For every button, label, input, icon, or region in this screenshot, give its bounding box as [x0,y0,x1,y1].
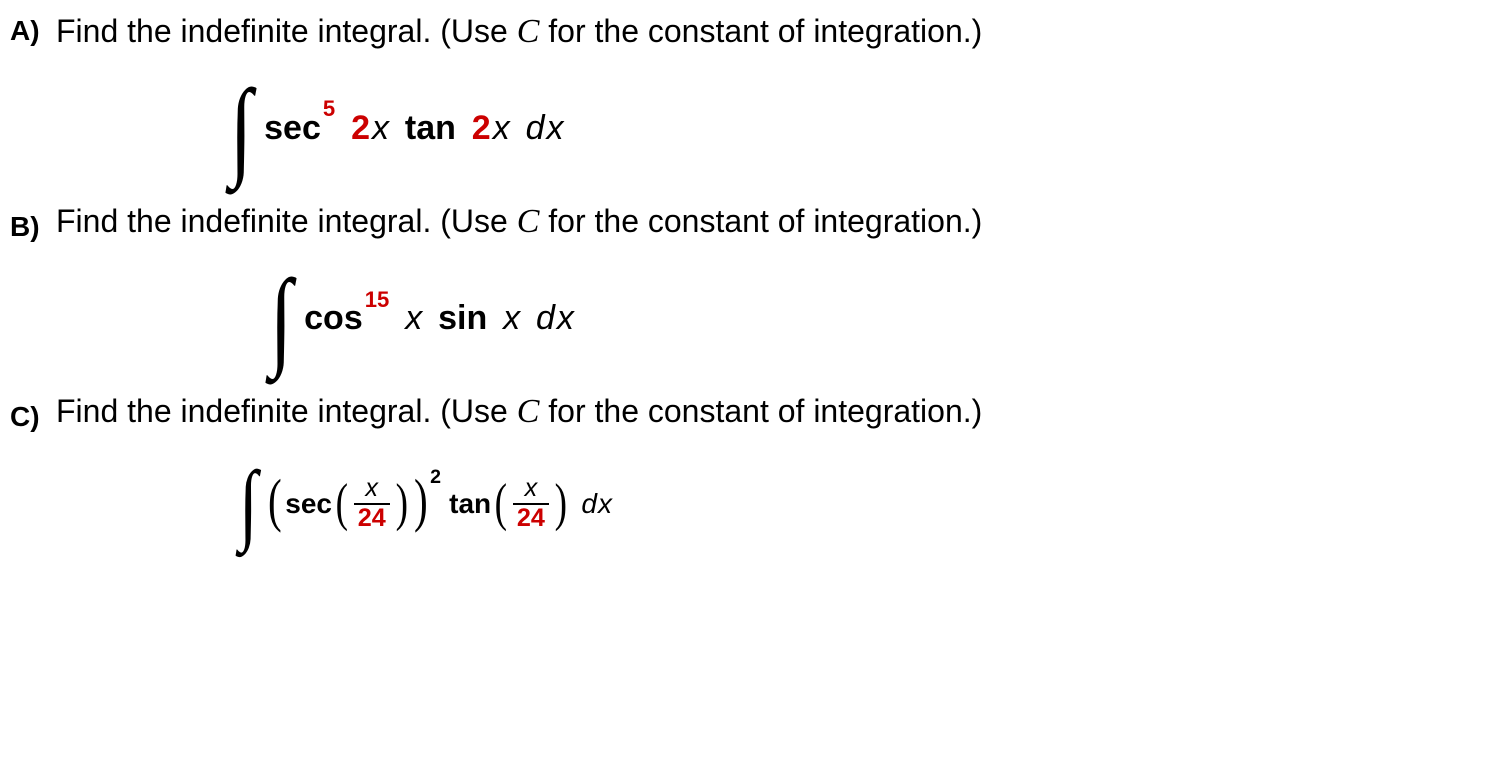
prompt-c-var: C [517,393,540,430]
integral-sign-icon: ∫ [239,468,257,540]
prompt-c-pre: Find the indefinite integral. (Use [56,393,517,429]
prompt-b: Find the indefinite integral. (Use C for… [56,200,1484,244]
prompt-a: Find the indefinite integral. (Use C for… [56,10,1484,54]
dx-x: x [598,488,612,520]
problem-content-c: Find the indefinite integral. (Use C for… [56,390,1484,548]
integral-c: ∫ ( sec ( x 24 ) )2 tan ( x [236,459,1484,549]
exponent-5: 5 [323,96,335,122]
dx-x: x [547,109,564,148]
frac2-den: 24 [513,506,549,531]
frac1-num: x [361,476,382,501]
problem-content-a: Find the indefinite integral. (Use C for… [56,10,1484,178]
integrand-c: ( sec ( x 24 ) )2 tan ( x [265,476,612,530]
prompt-a-var: C [517,13,540,50]
sec-fn: sec [264,109,321,148]
integrand-a: sec5 2x tan 2x dx [264,109,563,148]
dx-d: d [536,299,555,338]
frac1-den: 24 [354,506,390,531]
tan-fn: tan [449,488,491,520]
exponent-15: 15 [365,287,390,313]
var-x-first: x [372,109,389,148]
tan-fn: tan [405,109,456,148]
dx-d: d [581,488,597,520]
prompt-b-post: for the constant of integration.) [539,203,982,239]
prompt-a-pre: Find the indefinite integral. (Use [56,13,517,49]
problem-label-b: B) [10,200,56,244]
problem-content-b: Find the indefinite integral. (Use C for… [56,200,1484,368]
sin-fn: sin [438,299,487,338]
integral-sign-icon: ∫ [230,84,253,172]
problem-b: B) Find the indefinite integral. (Use C … [10,200,1484,368]
problem-a: A) Find the indefinite integral. (Use C … [10,10,1484,178]
integral-b: ∫ cos15 x sin x dx [266,268,1484,368]
problem-label-a: A) [10,10,56,48]
fraction-2: x 24 [513,476,549,530]
sec-fn: sec [285,488,332,520]
frac2-num: x [521,476,542,501]
var-x-first: x [405,299,422,338]
outer-exponent-2: 2 [430,466,441,489]
prompt-b-var: C [517,203,540,240]
var-x-second: x [493,109,510,148]
integral-sign-icon: ∫ [270,274,293,362]
coef-2-second: 2 [472,109,491,148]
var-x-second: x [503,299,520,338]
integral-a: ∫ sec5 2x tan 2x dx [226,78,1484,178]
prompt-b-pre: Find the indefinite integral. (Use [56,203,517,239]
dx-d: d [526,109,545,148]
coef-2-first: 2 [351,109,370,148]
prompt-c: Find the indefinite integral. (Use C for… [56,390,1484,434]
fraction-1: x 24 [354,476,390,530]
problem-c: C) Find the indefinite integral. (Use C … [10,390,1484,548]
page: A) Find the indefinite integral. (Use C … [0,0,1504,577]
problem-label-c: C) [10,390,56,434]
prompt-c-post: for the constant of integration.) [539,393,982,429]
integrand-b: cos15 x sin x dx [304,299,574,338]
prompt-a-post: for the constant of integration.) [539,13,982,49]
dx-x: x [557,299,574,338]
cos-fn: cos [304,299,363,338]
